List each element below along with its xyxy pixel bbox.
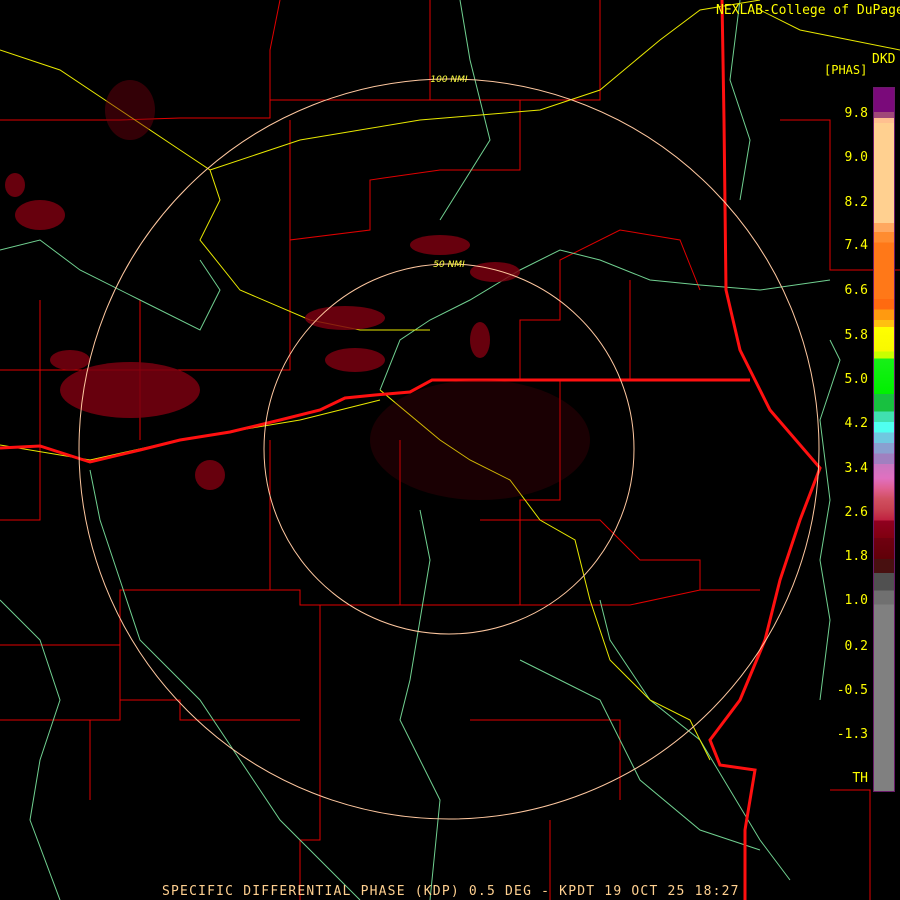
color-scale-tick: 7.4 — [844, 238, 868, 253]
product-code-label: [PHAS] — [824, 63, 868, 77]
range-label-50: 50 NMI — [433, 260, 465, 270]
color-scale-tick: 0.2 — [844, 639, 868, 654]
color-scale-tick: 1.0 — [844, 593, 868, 608]
color-scale-tick: 5.8 — [844, 328, 868, 343]
units-label: DKD — [872, 52, 896, 67]
product-title: SPECIFIC DIFFERENTIAL PHASE (KDP) 0.5 DE… — [162, 884, 740, 899]
color-scale-tick: 8.2 — [844, 195, 868, 210]
radar-echoes — [5, 80, 590, 500]
color-scale-tick: 3.4 — [844, 461, 868, 476]
radar-map[interactable]: 100 NMI 50 NMI — [0, 0, 900, 900]
credit-label: NEXLAB-College of DuPage — [716, 3, 900, 18]
color-scale-tick: 2.6 — [844, 505, 868, 520]
color-scale-tick: -1.3 — [836, 727, 868, 742]
color-scale-tick: 4.2 — [844, 416, 868, 431]
color-scale-tick: 9.0 — [844, 150, 868, 165]
color-scale-tick: 5.0 — [844, 372, 868, 387]
color-scale-tick: 9.8 — [844, 106, 868, 121]
range-label-100: 100 NMI — [430, 75, 468, 85]
color-scale-tick: 6.6 — [844, 283, 868, 298]
color-scale-tick: -0.5 — [836, 683, 868, 698]
color-scale-tick: TH — [852, 771, 868, 786]
color-scale-bar — [873, 87, 895, 792]
color-scale-tick: 1.8 — [844, 549, 868, 564]
